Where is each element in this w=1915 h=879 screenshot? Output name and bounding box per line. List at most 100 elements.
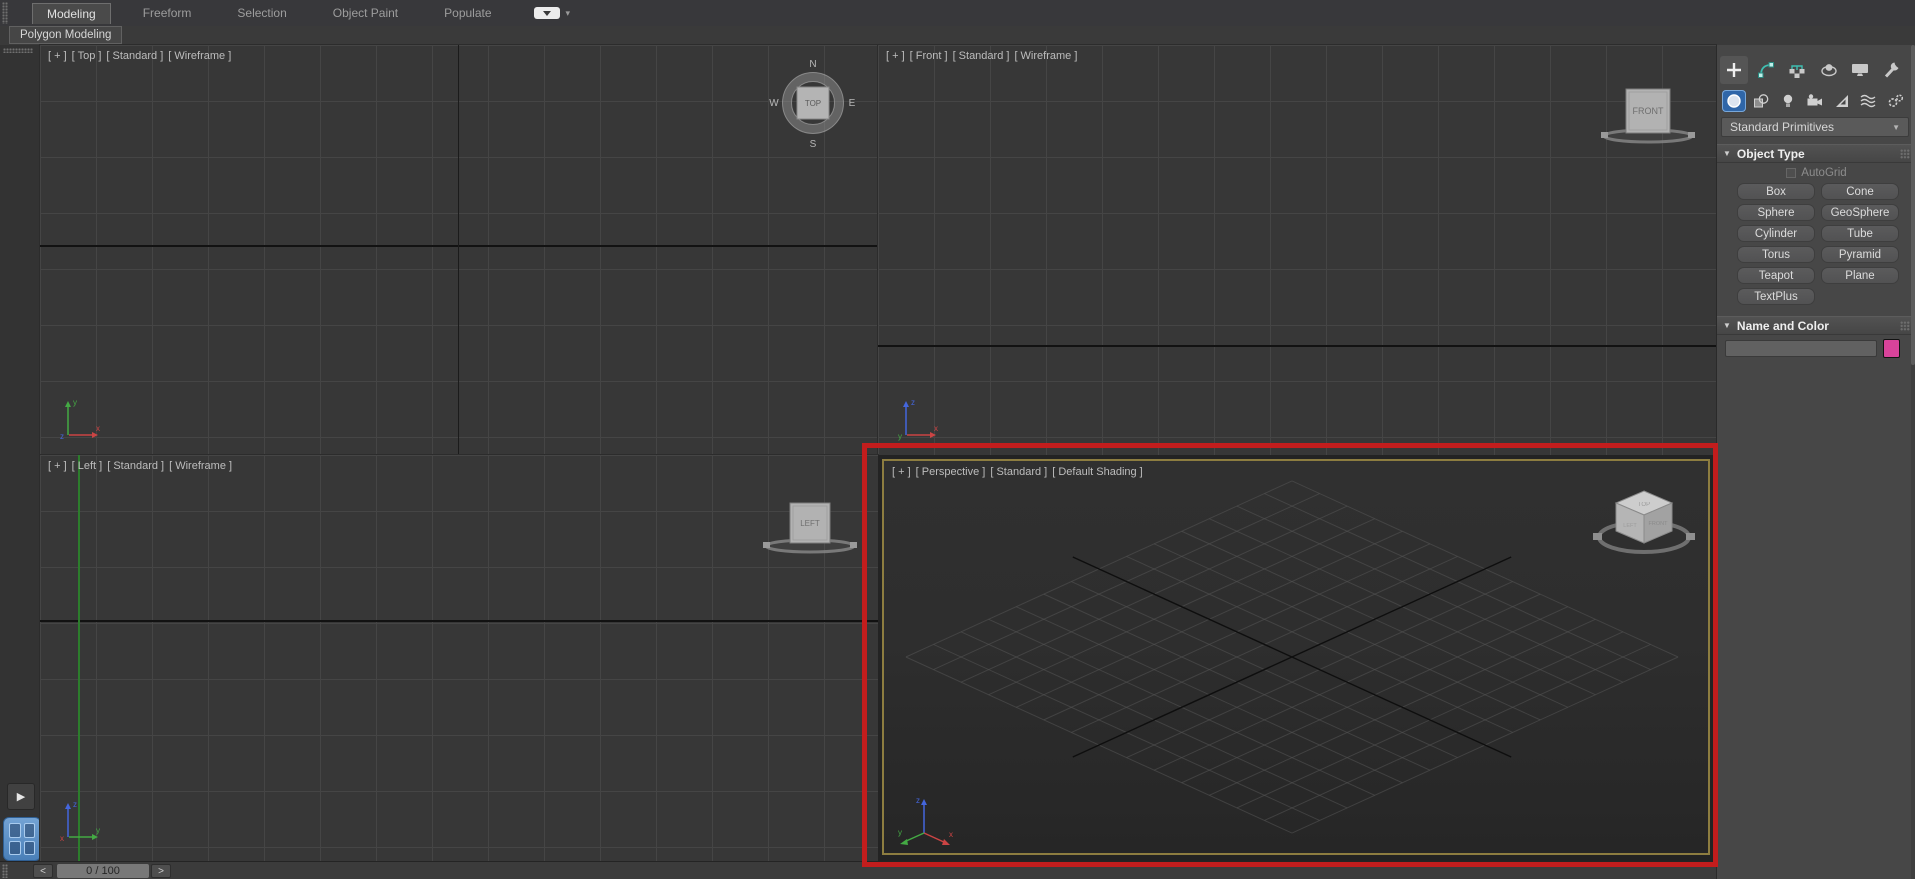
viewcube-3d[interactable]: TOP LEFT FRONT (1589, 473, 1699, 573)
shapes-icon (1753, 93, 1769, 109)
viewport-front[interactable]: [ + ] [ Front ] [ Standard ] [ Wireframe… (878, 45, 1716, 455)
motion-wheel-icon (1820, 61, 1838, 79)
tab-hierarchy[interactable] (1783, 56, 1811, 84)
chevron-down-icon (543, 11, 551, 16)
viewcube-front[interactable]: FRONT (1593, 70, 1703, 155)
viewcube-left[interactable]: LEFT (755, 480, 865, 565)
rollout-object-type[interactable]: ▼ Object Type (1717, 144, 1915, 163)
category-cameras[interactable] (1803, 90, 1827, 112)
ribbon-minimize-options-chevron-icon[interactable]: ▾ (566, 8, 571, 19)
plane-button[interactable]: Plane (1821, 267, 1899, 284)
ribbon-drag-handle[interactable] (2, 2, 8, 24)
compass-west-label[interactable]: W (769, 98, 779, 109)
autogrid-checkbox[interactable] (1786, 168, 1796, 178)
viewport-menu-pov[interactable]: [ Top ] (72, 50, 102, 62)
rollout-grip-icon (1900, 321, 1910, 331)
viewport-menu-general[interactable]: [ + ] (892, 466, 911, 478)
viewport-layout-quad-button[interactable] (3, 817, 41, 861)
time-slider[interactable]: 0 / 100 (57, 864, 149, 878)
timeline-drag-handle[interactable] (2, 864, 8, 878)
ribbon-tab-populate[interactable]: Populate (430, 3, 505, 23)
primitives-category-dropdown[interactable]: Standard Primitives ▼ (1721, 117, 1909, 137)
viewport-top[interactable]: [ + ] [ Top ] [ Standard ] [ Wireframe ]… (40, 45, 878, 455)
quad-pane-icon (9, 841, 21, 856)
tube-button[interactable]: Tube (1821, 225, 1899, 242)
geosphere-button[interactable]: GeoSphere (1821, 204, 1899, 221)
viewport-menu-shading[interactable]: [ Default Shading ] (1052, 466, 1143, 478)
category-shapes[interactable] (1749, 90, 1773, 112)
autogrid-label: AutoGrid (1801, 167, 1846, 179)
layout-flyout-button[interactable]: ▶ (7, 783, 35, 810)
tab-utilities[interactable] (1878, 56, 1906, 84)
svg-text:y: y (898, 432, 902, 441)
viewcube-face-label: LEFT (1623, 523, 1637, 529)
world-axis-line-horizontal (878, 345, 1716, 347)
viewport-menu-renderer[interactable]: [ Standard ] (106, 50, 163, 62)
viewcube-face-label: TOP (1638, 502, 1650, 508)
toolbar-drag-handle[interactable] (3, 48, 33, 53)
viewport-menu-general[interactable]: [ + ] (48, 460, 67, 472)
cylinder-button[interactable]: Cylinder (1737, 225, 1815, 242)
textplus-button[interactable]: TextPlus (1737, 288, 1815, 305)
viewport-menu-general[interactable]: [ + ] (48, 50, 67, 62)
dropdown-selected-value: Standard Primitives (1730, 120, 1834, 134)
viewport-menu-shading[interactable]: [ Wireframe ] (169, 460, 232, 472)
viewport-menu-general[interactable]: [ + ] (886, 50, 905, 62)
compass-south-label[interactable]: S (810, 139, 817, 150)
display-monitor-icon (1850, 61, 1870, 79)
category-systems[interactable] (1884, 90, 1908, 112)
torus-button[interactable]: Torus (1737, 246, 1815, 263)
modify-bezier-icon (1757, 61, 1775, 79)
viewcube-compass[interactable]: TOP N S E W (765, 55, 861, 151)
viewport-menu-renderer[interactable]: [ Standard ] (107, 460, 164, 472)
cone-button[interactable]: Cone (1821, 183, 1899, 200)
viewport-menu-pov[interactable]: [ Left ] (72, 460, 103, 472)
svg-text:x: x (934, 424, 938, 433)
viewcube-ring-handle (1686, 533, 1695, 540)
next-frame-button[interactable]: > (151, 864, 171, 878)
ribbon-tab-freeform[interactable]: Freeform (129, 3, 206, 23)
ribbon-tab-selection[interactable]: Selection (223, 3, 300, 23)
viewport-perspective[interactable]: [ + ] [ Perspective ] [ Standard ] [ Def… (882, 459, 1710, 855)
viewport-menu-shading[interactable]: [ Wireframe ] (168, 50, 231, 62)
compass-east-label[interactable]: E (849, 98, 856, 109)
previous-frame-button[interactable]: < (33, 864, 53, 878)
viewport-menu-renderer[interactable]: [ Standard ] (990, 466, 1047, 478)
sphere-button[interactable]: Sphere (1737, 204, 1815, 221)
object-name-input[interactable] (1725, 340, 1877, 357)
category-geometry[interactable] (1722, 90, 1746, 112)
object-type-buttons: Box Cone Sphere GeoSphere Cylinder Tube … (1737, 183, 1899, 305)
category-lights[interactable] (1776, 90, 1800, 112)
compass-north-label[interactable]: N (809, 59, 816, 70)
tab-display[interactable] (1846, 56, 1874, 84)
tab-motion[interactable] (1815, 56, 1843, 84)
ribbon-tab-object-paint[interactable]: Object Paint (319, 3, 412, 23)
viewport-left[interactable]: [ + ] [ Left ] [ Standard ] [ Wireframe … (40, 455, 878, 861)
svg-text:y: y (898, 828, 902, 837)
panel-scrollbar[interactable] (1911, 45, 1915, 879)
box-button[interactable]: Box (1737, 183, 1815, 200)
viewport-menu-pov[interactable]: [ Perspective ] (916, 466, 986, 478)
viewport-menu-shading[interactable]: [ Wireframe ] (1014, 50, 1077, 62)
tab-modify[interactable] (1752, 56, 1780, 84)
ribbon-panel-row: Polygon Modeling (0, 26, 1915, 45)
axis-tripod: y x z (58, 393, 104, 443)
viewport-menu-renderer[interactable]: [ Standard ] (953, 50, 1010, 62)
teapot-button[interactable]: Teapot (1737, 267, 1815, 284)
viewport-perspective-cell: [ + ] [ Perspective ] [ Standard ] [ Def… (878, 455, 1716, 861)
viewcube-face-label: TOP (805, 99, 821, 108)
category-space-warps[interactable] (1857, 90, 1881, 112)
scrollbar-thumb[interactable] (1911, 45, 1915, 365)
object-color-swatch[interactable] (1883, 339, 1900, 358)
ribbon-minimize-button[interactable] (534, 7, 560, 19)
ribbon-tab-modeling[interactable]: Modeling (32, 3, 111, 24)
viewport-menu-pov[interactable]: [ Front ] (910, 50, 948, 62)
camera-icon (1806, 93, 1824, 109)
category-helpers[interactable] (1830, 90, 1854, 112)
rollout-name-and-color[interactable]: ▼ Name and Color (1717, 316, 1915, 335)
tab-create[interactable] (1720, 56, 1748, 84)
systems-gears-icon (1887, 93, 1905, 109)
panel-tab-polygon-modeling[interactable]: Polygon Modeling (9, 26, 122, 44)
command-panel-categories (1719, 89, 1911, 113)
pyramid-button[interactable]: Pyramid (1821, 246, 1899, 263)
